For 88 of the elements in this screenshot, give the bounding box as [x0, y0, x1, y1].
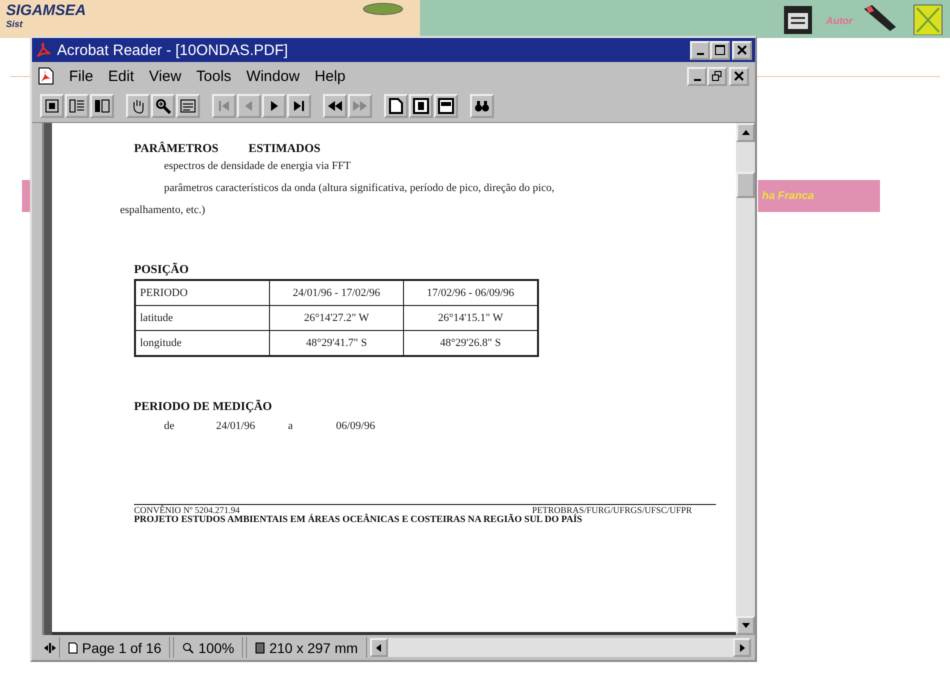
actual-size-icon [388, 98, 404, 114]
app-subtitle: Sist [6, 19, 23, 29]
next-button[interactable] [262, 94, 286, 118]
vertical-scrollbar[interactable] [736, 123, 755, 635]
restore-icon [712, 71, 722, 81]
body-text: espalhamento, etc.) [120, 204, 206, 216]
menu-item[interactable]: File [69, 68, 94, 84]
fit-width-icon [438, 98, 454, 114]
close-icon [737, 45, 747, 55]
app-title: SIGAMSEA [6, 2, 86, 19]
scroll-right-button[interactable] [733, 638, 751, 657]
body-text: parâmetros característicos da onda (altura significativa, período de pico, direção do pico, [163, 182, 556, 194]
scroll-down-button[interactable] [736, 616, 755, 635]
table-cell: 26°14'27.2" W [270, 306, 404, 330]
close-button[interactable] [732, 40, 752, 60]
section-heading: ESTIMADOS [248, 141, 320, 156]
right-arrow-icon [740, 644, 744, 652]
thumbnails-button[interactable] [90, 94, 114, 118]
first-icon [216, 98, 232, 114]
minimize-icon [696, 52, 704, 54]
page-indicator[interactable]: Page 1 of 16 [59, 637, 170, 658]
last-icon [291, 98, 307, 114]
page-only-button[interactable] [40, 94, 64, 118]
section-heading: PERIODO DE MEDIÇÃO [134, 399, 274, 414]
body-text: espectros de densidade de energia via FFT [163, 160, 352, 172]
bookmarks-icon [69, 98, 85, 114]
tag-icon [362, 2, 404, 16]
close-icon [734, 71, 744, 81]
zoom-icon [155, 98, 171, 114]
body-text: a [288, 420, 294, 432]
document-icon[interactable] [38, 67, 54, 85]
page-size-indicator[interactable]: 210 x 297 mm [246, 637, 367, 658]
scroll-left-button[interactable] [370, 638, 388, 657]
minimize-button[interactable] [687, 66, 707, 86]
up-arrow-icon [742, 130, 750, 135]
back-button[interactable] [323, 94, 347, 118]
menu-item[interactable]: Tools [196, 68, 232, 84]
scroll-thumb[interactable] [736, 172, 755, 198]
magnifier-icon [182, 642, 194, 654]
app-logo-icon [35, 41, 53, 59]
section-heading: PARÂMETROS [134, 141, 218, 156]
zoom-button[interactable] [151, 94, 175, 118]
close-button[interactable] [729, 66, 749, 86]
bookmarks-button[interactable] [65, 94, 89, 118]
page-size-icon [255, 642, 266, 654]
horizontal-scrollbar[interactable] [370, 638, 751, 657]
window-title: Acrobat Reader - [10ONDAS.PDF] [57, 42, 288, 58]
menu-item[interactable]: View [149, 68, 182, 84]
scroll-up-button[interactable] [736, 123, 755, 142]
thumbnails-icon [94, 98, 110, 114]
minimize-icon [694, 78, 700, 80]
last-button[interactable] [287, 94, 311, 118]
date-text: 24/01/96 [216, 420, 256, 432]
back-icon [327, 98, 343, 114]
footer-text: PETROBRAS/FURG/UFRGS/UFSC/UFPR [532, 505, 692, 515]
date-text: 06/09/96 [336, 420, 376, 432]
menu-item[interactable]: Edit [108, 68, 134, 84]
section-heading: POSIÇÃO [134, 262, 190, 277]
select-text-button[interactable] [176, 94, 200, 118]
menu-item[interactable]: Help [314, 68, 346, 84]
close-icon[interactable] [913, 3, 943, 35]
hand-button[interactable] [126, 94, 150, 118]
restore-button[interactable] [707, 66, 727, 86]
table-cell: PERIODO [135, 280, 270, 306]
body-text: de [164, 420, 176, 432]
menu-item[interactable]: Window [246, 68, 300, 84]
footer-text: CONVÊNIO Nº 5204.271.94 [134, 505, 240, 515]
split-handle-icon[interactable] [44, 642, 56, 654]
find-button[interactable] [470, 94, 494, 118]
page-only-icon [44, 98, 60, 114]
fit-page-icon [413, 98, 429, 114]
maximize-button[interactable] [710, 40, 730, 60]
footer-text: PROJETO ESTUDOS AMBIENTAIS EM ÁREAS OCEÂNICAS E COSTEIRAS NA REGIÃO SUL DO PAÍS [134, 515, 584, 525]
down-arrow-icon [742, 623, 750, 628]
table-cell: latitude [135, 306, 270, 330]
zoom-indicator[interactable]: 100% [173, 637, 244, 658]
author-label: Autor [826, 16, 853, 27]
find-icon [474, 98, 490, 114]
maximize-icon [715, 45, 725, 55]
forward-icon [352, 98, 368, 114]
table-cell: 24/01/96 - 17/02/96 [270, 280, 404, 306]
page-icon [68, 642, 78, 654]
minimize-button[interactable] [690, 40, 710, 60]
fit-page-button[interactable] [409, 94, 433, 118]
select-text-icon [180, 98, 196, 114]
fit-width-button[interactable] [434, 94, 458, 118]
actual-size-button[interactable] [384, 94, 408, 118]
left-arrow-icon [376, 644, 382, 652]
